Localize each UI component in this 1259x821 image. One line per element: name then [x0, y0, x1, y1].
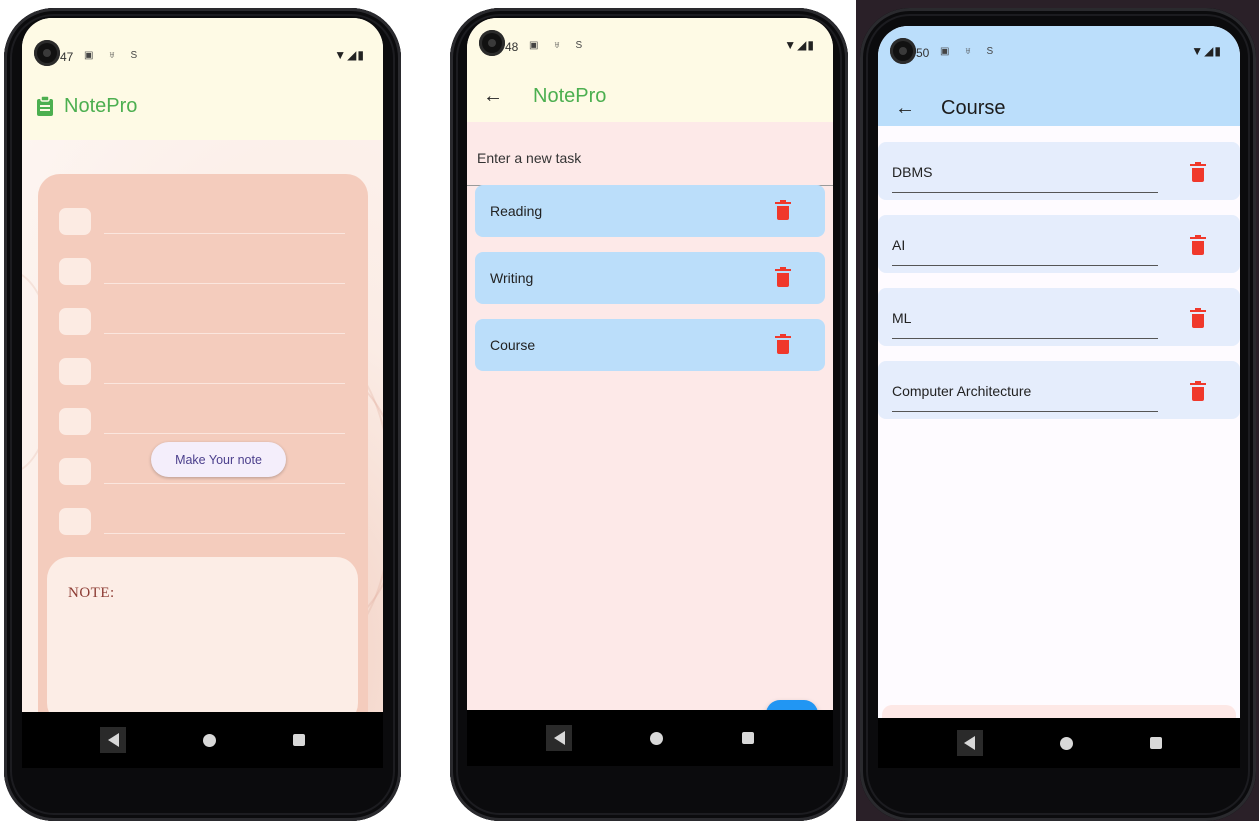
phone-tasks-screen: 48 ▣ ♅ Ѕ ▼◢▮ ← NotePro Enter a new task … [467, 18, 833, 766]
field-underline [892, 192, 1158, 193]
task-item[interactable]: Writing [475, 252, 825, 304]
line-placeholder [104, 333, 345, 334]
delete-icon[interactable] [775, 200, 791, 220]
nav-recents-button[interactable] [741, 732, 754, 744]
note-text-field[interactable]: AI [892, 237, 905, 253]
task-item[interactable]: Course [475, 319, 825, 371]
line-placeholder [104, 483, 345, 484]
phone-tasks: 48 ▣ ♅ Ѕ ▼◢▮ ← NotePro Enter a new task … [450, 8, 848, 821]
delete-icon[interactable] [1190, 235, 1206, 255]
nav-back-button[interactable] [546, 725, 573, 751]
line-placeholder [104, 233, 345, 234]
nav-back-button[interactable] [100, 727, 127, 753]
status-signal-battery-icons: ▼◢▮ [334, 48, 365, 62]
note-label: NOTE: [68, 585, 115, 601]
notepad-illustration: Make Your note NOTE: [38, 174, 368, 736]
system-nav-bar [467, 710, 833, 766]
status-notification-icons: ▣ ♅ Ѕ [940, 46, 1000, 57]
clipboard-icon [37, 96, 53, 116]
arrow-left-icon[interactable]: ← [895, 97, 915, 120]
checkbox-placeholder [59, 208, 91, 235]
nav-back-button[interactable] [956, 730, 983, 756]
note-box: NOTE: [47, 557, 358, 725]
front-camera [34, 40, 60, 66]
status-notification-icons: ▣ ♅ Ѕ [84, 50, 144, 61]
phone-home-screen: 47 ▣ ♅ Ѕ ▼◢▮ NotePro Make Your note NOTE… [22, 18, 383, 768]
field-underline [892, 338, 1158, 339]
checkbox-placeholder [59, 458, 91, 485]
app-bar: ← NotePro [467, 76, 833, 116]
phone-course: 50 ▣ ♅ Ѕ ▼◢▮ ← Course DBMS AI ML Compute… [860, 8, 1256, 821]
status-signal-battery-icons: ▼◢▮ [784, 38, 815, 52]
system-nav-bar [22, 712, 383, 768]
delete-icon[interactable] [1190, 381, 1206, 401]
phone-course-screen: 50 ▣ ♅ Ѕ ▼◢▮ ← Course DBMS AI ML Compute… [878, 26, 1240, 768]
nav-recents-button[interactable] [1149, 737, 1162, 749]
delete-icon[interactable] [775, 267, 791, 287]
checkbox-placeholder [59, 258, 91, 285]
checkbox-placeholder [59, 408, 91, 435]
phone-home: 47 ▣ ♅ Ѕ ▼◢▮ NotePro Make Your note NOTE… [4, 8, 401, 821]
app-title: NotePro [533, 84, 607, 107]
make-your-note-button[interactable]: Make Your note [151, 442, 286, 477]
line-placeholder [104, 533, 345, 534]
line-placeholder [104, 383, 345, 384]
back-triangle-icon [964, 736, 975, 750]
status-bar: 50 ▣ ♅ Ѕ ▼◢▮ [878, 26, 1240, 84]
delete-icon[interactable] [1190, 308, 1206, 328]
status-time: 47 [60, 50, 74, 64]
nav-recents-button[interactable] [292, 734, 305, 746]
nav-home-button[interactable] [202, 733, 216, 747]
status-time: 50 [916, 46, 930, 60]
status-bar: 47 ▣ ♅ Ѕ ▼◢▮ [22, 18, 383, 76]
back-triangle-icon [553, 731, 565, 745]
status-bar: 48 ▣ ♅ Ѕ ▼◢▮ [467, 18, 833, 76]
note-item[interactable]: DBMS [878, 142, 1240, 200]
field-underline [892, 411, 1158, 412]
task-label: Reading [490, 203, 543, 219]
status-signal-battery-icons: ▼◢▮ [1191, 44, 1222, 58]
checkbox-placeholder [59, 508, 91, 535]
checkbox-placeholder [59, 308, 91, 335]
note-text-field[interactable]: Computer Architecture [892, 383, 1031, 399]
front-camera [479, 30, 505, 56]
note-item[interactable]: AI [878, 215, 1240, 273]
system-nav-bar [878, 718, 1240, 768]
page-title: Course [941, 96, 1006, 119]
line-placeholder [104, 283, 345, 284]
delete-icon[interactable] [1190, 162, 1206, 182]
task-label: Course [490, 337, 536, 353]
field-underline [892, 265, 1158, 266]
note-text-field[interactable]: ML [892, 310, 911, 326]
nav-home-button[interactable] [1059, 736, 1073, 750]
new-task-input[interactable]: Enter a new task [467, 130, 833, 186]
app-title: NotePro [64, 94, 138, 117]
back-triangle-icon [107, 733, 119, 747]
note-item[interactable]: Computer Architecture [878, 361, 1240, 419]
status-time: 48 [505, 40, 519, 54]
task-label: Writing [490, 270, 534, 286]
line-placeholder [104, 433, 345, 434]
app-bar: ← Course [878, 88, 1240, 128]
task-item[interactable]: Reading [475, 185, 825, 237]
delete-icon[interactable] [775, 334, 791, 354]
note-item[interactable]: ML [878, 288, 1240, 346]
status-notification-icons: ▣ ♅ Ѕ [529, 40, 589, 51]
arrow-left-icon[interactable]: ← [483, 85, 503, 108]
front-camera [890, 38, 916, 64]
nav-home-button[interactable] [650, 731, 664, 745]
checkbox-placeholder [59, 358, 91, 385]
app-bar: NotePro [22, 86, 383, 126]
note-text-field[interactable]: DBMS [892, 164, 932, 180]
